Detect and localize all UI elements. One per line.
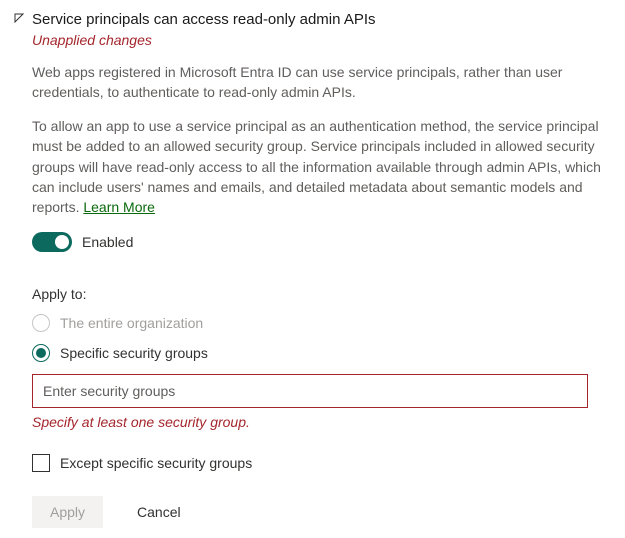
description-paragraph-1: Web apps registered in Microsoft Entra I… xyxy=(32,62,607,103)
apply-to-heading: Apply to: xyxy=(32,286,607,302)
radio-label-specific-groups: Specific security groups xyxy=(60,345,208,361)
security-groups-input-wrap xyxy=(32,374,607,408)
radio-specific-security-groups[interactable]: Specific security groups xyxy=(32,344,607,362)
setting-title: Service principals can access read-only … xyxy=(32,10,607,30)
radio-dot-icon xyxy=(36,348,46,358)
radio-entire-organization: The entire organization xyxy=(32,314,607,332)
unapplied-changes-label: Unapplied changes xyxy=(32,32,607,48)
action-buttons: Apply Cancel xyxy=(32,496,607,528)
apply-to-radio-group: The entire organization Specific securit… xyxy=(32,314,607,362)
except-checkbox-row[interactable]: Except specific security groups xyxy=(32,454,607,472)
radio-circle-icon xyxy=(32,344,50,362)
except-checkbox-label: Except specific security groups xyxy=(60,455,252,471)
security-groups-error: Specify at least one security group. xyxy=(32,414,607,430)
except-checkbox[interactable] xyxy=(32,454,50,472)
collapse-triangle-icon[interactable] xyxy=(12,13,26,23)
description-paragraph-2: To allow an app to use a service princip… xyxy=(32,116,607,217)
toggle-knob xyxy=(55,235,69,249)
enabled-toggle-label: Enabled xyxy=(82,234,133,250)
radio-label-entire-org: The entire organization xyxy=(60,315,203,331)
security-groups-input[interactable] xyxy=(32,374,588,408)
cancel-button[interactable]: Cancel xyxy=(133,496,185,528)
setting-description: Web apps registered in Microsoft Entra I… xyxy=(32,62,607,218)
apply-button[interactable]: Apply xyxy=(32,496,103,528)
enabled-toggle[interactable] xyxy=(32,232,72,252)
enabled-toggle-row: Enabled xyxy=(32,232,607,252)
learn-more-link[interactable]: Learn More xyxy=(83,199,155,215)
setting-header: Service principals can access read-only … xyxy=(12,10,607,48)
radio-circle-icon xyxy=(32,314,50,332)
